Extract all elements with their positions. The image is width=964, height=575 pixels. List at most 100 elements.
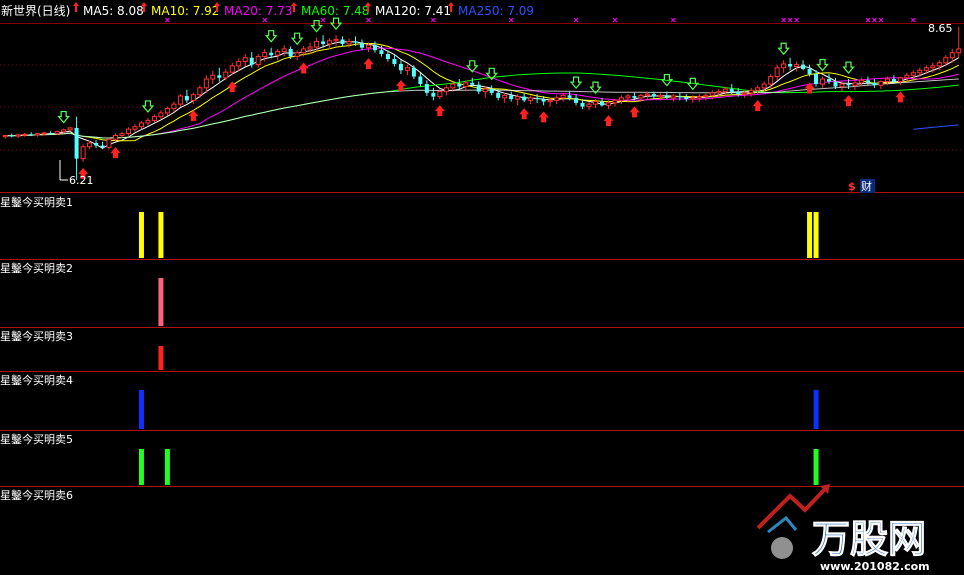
indicator-panels: 星鑿今买明卖1 星鑿今买明卖2 星鑿今买明卖3 星鑿今买明卖4 星鑿今买明卖5 星鑿今买明… <box>0 195 964 502</box>
candle-body-up <box>781 63 787 69</box>
candle-body-down <box>541 99 546 102</box>
candle-body-down <box>476 84 481 92</box>
indicator-panel: 星鑿今买明卖5 <box>0 432 964 487</box>
candle-body-down <box>431 92 436 97</box>
candle-body-up <box>560 94 566 99</box>
buy-arrow-icon <box>519 108 530 120</box>
candle-body-up <box>307 46 313 50</box>
candle-body-up <box>528 97 534 101</box>
ma-legend-item: MA5: 8.08 <box>83 4 144 18</box>
indicator-bar <box>813 212 819 258</box>
sell-arrow-icon <box>57 110 70 124</box>
indicator-panel: 星鑿今买明卖2 <box>0 261 964 328</box>
candle-body-up <box>930 65 936 69</box>
indicator-panel: 星鑿今买明卖6 <box>0 488 73 502</box>
buy-arrow-icon <box>752 100 763 112</box>
top-marker-icon <box>670 17 676 23</box>
candle-body-up <box>716 91 722 94</box>
candle-body-up <box>242 57 248 62</box>
candle-body-up <box>210 74 216 80</box>
top-marker-icon <box>262 17 268 23</box>
watermark-name: 万股网 <box>812 517 926 561</box>
watermark-logo-swoosh <box>767 515 798 534</box>
candle-body-down <box>457 84 462 87</box>
candle-body-up <box>878 81 884 86</box>
candle-body-down <box>392 58 397 64</box>
candle-body-up <box>638 94 644 99</box>
candle-body-down <box>522 96 527 101</box>
candle-body-down <box>424 84 429 93</box>
candle-body-up <box>670 95 676 99</box>
candle-body-up <box>327 40 333 45</box>
candle-body-up <box>593 101 599 105</box>
watermark-url: www.201082.com <box>820 560 930 573</box>
top-marker-icon <box>366 17 371 23</box>
candle-body-up <box>742 92 748 95</box>
candle-body-down <box>801 64 806 70</box>
top-marker-icon <box>612 17 618 23</box>
top-marker-icon <box>878 17 884 23</box>
candle-body-up <box>923 67 929 71</box>
candle-body-down <box>269 52 274 56</box>
candle-body-up <box>794 64 800 68</box>
candle-body-up <box>22 133 28 136</box>
candle-body-up <box>748 89 754 94</box>
top-marker-icon <box>781 17 786 23</box>
candle-body-down <box>340 39 345 44</box>
top-marker-icon <box>320 17 326 23</box>
watermark-logo-coin <box>771 537 793 559</box>
candle-body-up <box>949 52 955 59</box>
chart-header: 新世界(日线) <box>1 3 70 18</box>
candle-body-up <box>755 87 761 91</box>
stock-chart: 新世界(日线) MA5: 8.08 MA10: 7.92 MA20: 7.73 MA6… <box>0 2 964 573</box>
top-marker-icon <box>508 17 514 23</box>
indicator-panel: 星鑿今买明卖4 <box>0 373 964 431</box>
candle-body-down <box>496 92 501 98</box>
candle-body-up <box>547 99 553 103</box>
candle-body-up <box>884 78 890 83</box>
ma-legend-item: MA250: 7.09 <box>458 4 534 18</box>
candle-body-down <box>788 63 793 67</box>
candle-body-down <box>94 143 99 146</box>
candle-body-down <box>599 101 605 106</box>
candle-body-down <box>418 76 423 85</box>
top-marker-icon <box>165 17 170 23</box>
indicator-bar <box>813 390 819 429</box>
candle-body-up <box>625 95 631 99</box>
candle-body-up <box>956 48 962 54</box>
candle-body-down <box>833 81 838 87</box>
candle-body-up <box>164 108 170 114</box>
indicator-label: 星鑿今买明卖3 <box>0 329 73 343</box>
buy-arrow-icon <box>298 62 309 74</box>
sell-arrow-icon <box>816 58 829 72</box>
candle-body-up <box>904 74 910 79</box>
candle-body-up <box>586 103 592 108</box>
candle-body-down <box>736 91 741 95</box>
chart-title: 新世界(日线) <box>1 3 70 18</box>
candle-body-up <box>450 83 456 89</box>
candle-body-down <box>651 94 656 97</box>
candle-body-down <box>321 41 326 44</box>
buy-arrow-icon <box>843 95 854 107</box>
candle-body-down <box>677 95 682 98</box>
candle-body-up <box>703 94 709 98</box>
candle-body-up <box>365 44 371 49</box>
candle-body-down <box>379 50 384 54</box>
candle-body-up <box>346 40 352 45</box>
candle-body-up <box>917 69 923 74</box>
ma-legend-arrow-icon <box>73 2 79 12</box>
candle-body-down <box>814 74 819 85</box>
candle-body-up <box>113 134 119 140</box>
candle-body-down <box>664 95 669 98</box>
candle-body-up <box>943 57 949 64</box>
candle-body-up <box>106 138 112 148</box>
candle-body-up <box>67 127 73 131</box>
indicator-bar <box>813 449 819 485</box>
ma-legend-item: MA20: 7.73 <box>224 4 292 18</box>
indicator-panel: 星鑿今买明卖3 <box>0 329 964 372</box>
top-marker-icon <box>865 17 871 23</box>
candle-body-up <box>618 97 624 101</box>
candle-body-up <box>255 55 261 66</box>
candle-body-down <box>567 95 572 98</box>
candle-body-up <box>151 116 157 121</box>
